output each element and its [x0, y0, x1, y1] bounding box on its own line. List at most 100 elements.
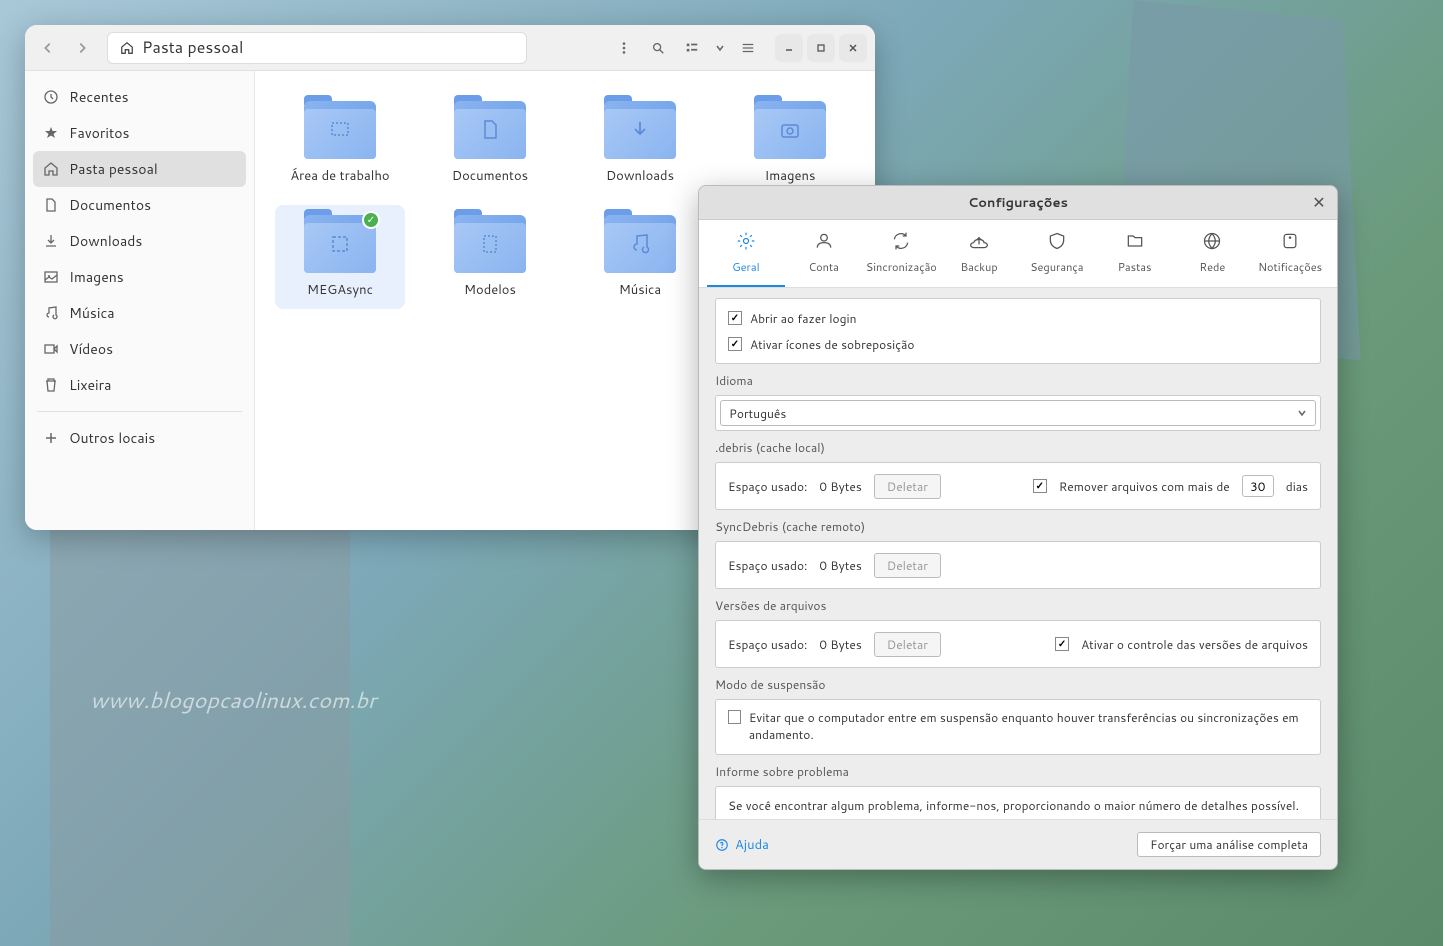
folder-documentos[interactable]: Documentos	[425, 91, 555, 195]
view-list-button[interactable]	[677, 33, 707, 63]
settings-tabs: GeralContaSincronização Backup Segurança Pa…	[699, 220, 1337, 288]
folder-label: Área de trabalho	[290, 167, 389, 185]
path-label: Pasta pessoal	[142, 36, 243, 59]
tab-label: Sincronização	[866, 259, 937, 275]
help-link[interactable]: Ajuda	[715, 836, 769, 854]
sidebar-item-label: Imagens	[69, 267, 124, 287]
debris-space-value: 0 Bytes	[819, 478, 861, 495]
tab-icon	[814, 231, 834, 255]
view-dropdown-button[interactable]	[711, 33, 729, 63]
problem-section-label: Informe sobre problema	[715, 763, 1321, 780]
search-button[interactable]	[643, 33, 673, 63]
folder-label: Documentos	[452, 167, 528, 185]
sidebar-item-vídeos[interactable]: Vídeos	[33, 331, 246, 367]
tab-pastas[interactable]: Pastas	[1096, 220, 1174, 287]
versions-section-label: Versões de arquivos	[715, 597, 1321, 614]
tab-geral[interactable]: Geral	[707, 220, 785, 287]
problem-text: Se você encontrar algum problema, inform…	[728, 797, 1308, 814]
folder-label: Modelos	[464, 281, 516, 299]
menu-button[interactable]	[609, 33, 639, 63]
tab-segurança[interactable]: Segurança	[1018, 220, 1096, 287]
clock-icon	[43, 89, 59, 105]
folder-modelos[interactable]: Modelos	[425, 205, 555, 309]
sidebar-item-label: Lixeira	[69, 375, 111, 395]
versions-delete-button[interactable]: Deletar	[874, 632, 941, 657]
enable-versions-checkbox[interactable]	[1055, 637, 1069, 651]
sidebar-item-other-places[interactable]: Outros locais	[33, 420, 246, 456]
force-analysis-button[interactable]: Forçar uma análise completa	[1137, 832, 1321, 857]
sidebar-separator	[37, 411, 242, 412]
folder-icon	[604, 215, 676, 273]
tab-backup[interactable]: Backup	[940, 220, 1018, 287]
syncdebris-space-label: Espaço usado:	[728, 557, 807, 574]
open-login-checkbox[interactable]	[728, 311, 742, 325]
folder-icon	[454, 101, 526, 159]
sidebar-item-label: Música	[69, 303, 115, 323]
tab-icon	[1047, 231, 1067, 255]
sidebar-item-downloads[interactable]: Downloads	[33, 223, 246, 259]
home-icon	[120, 41, 134, 55]
suspension-text: Evitar que o computador entre em suspens…	[749, 710, 1308, 744]
sidebar-item-pasta-pessoal[interactable]: Pasta pessoal	[33, 151, 246, 187]
tab-icon	[1280, 231, 1300, 255]
settings-close-button[interactable]: ✕	[1309, 193, 1329, 213]
tab-icon	[969, 231, 989, 255]
remove-old-checkbox[interactable]	[1033, 479, 1047, 493]
folder-downloads[interactable]: Downloads	[575, 91, 705, 195]
hamburger-button[interactable]	[733, 33, 763, 63]
debris-delete-button[interactable]: Deletar	[874, 474, 941, 499]
language-section-label: Idioma	[715, 372, 1321, 389]
syncdebris-section-label: SyncDebris (cache remoto)	[715, 518, 1321, 535]
folder-label: Downloads	[606, 167, 674, 185]
maximize-button[interactable]	[807, 34, 835, 62]
sidebar-item-favoritos[interactable]: Favoritos	[33, 115, 246, 151]
sidebar-item-documentos[interactable]: Documentos	[33, 187, 246, 223]
enable-versions-label: Ativar o controle das versões de arquivo…	[1081, 636, 1308, 653]
tab-rede[interactable]: Rede	[1174, 220, 1252, 287]
sidebar-item-label: Vídeos	[69, 339, 113, 359]
versions-space-label: Espaço usado:	[728, 636, 807, 653]
versions-space-value: 0 Bytes	[819, 636, 861, 653]
sidebar-item-lixeira[interactable]: Lixeira	[33, 367, 246, 403]
folder-imagens[interactable]: Imagens	[725, 91, 855, 195]
folder-label: Imagens	[765, 167, 816, 185]
tab-label: Backup	[961, 259, 998, 275]
tab-label: Pastas	[1118, 259, 1152, 275]
sidebar-item-imagens[interactable]: Imagens	[33, 259, 246, 295]
suspension-section-label: Modo de suspensão	[715, 676, 1321, 693]
music-icon	[43, 305, 59, 321]
sidebar-item-label: Outros locais	[69, 428, 155, 448]
tab-sincronização[interactable]: Sincronização	[863, 220, 941, 287]
folder-área-de-trabalho[interactable]: Área de trabalho	[275, 91, 405, 195]
language-select[interactable]: Português	[720, 400, 1316, 426]
settings-body: Abrir ao fazer login Ativar ícones de so…	[699, 288, 1337, 819]
folder-megasync[interactable]: ✓MEGAsync	[275, 205, 405, 309]
days-input[interactable]	[1242, 475, 1274, 497]
overlay-icons-checkbox[interactable]	[728, 337, 742, 351]
minimize-button[interactable]	[775, 34, 803, 62]
path-bar[interactable]: Pasta pessoal	[107, 32, 527, 64]
tab-conta[interactable]: Conta	[785, 220, 863, 287]
settings-title: Configurações	[968, 194, 1068, 212]
nav-back-button[interactable]	[33, 33, 63, 63]
sidebar-item-label: Pasta pessoal	[69, 159, 158, 179]
sidebar-item-recentes[interactable]: Recentes	[33, 79, 246, 115]
tab-notificações[interactable]: Notificações	[1251, 220, 1329, 287]
syncdebris-space-value: 0 Bytes	[819, 557, 861, 574]
syncdebris-delete-button[interactable]: Deletar	[874, 553, 941, 578]
folder-label: Música	[619, 281, 661, 299]
sidebar-item-música[interactable]: Música	[33, 295, 246, 331]
language-value: Português	[729, 405, 786, 422]
close-button[interactable]	[839, 34, 867, 62]
download-icon	[43, 233, 59, 249]
star-icon	[43, 125, 59, 141]
doc-icon	[43, 197, 59, 213]
sidebar-item-label: Downloads	[69, 231, 142, 251]
folder-música[interactable]: Música	[575, 205, 705, 309]
sidebar-item-label: Documentos	[69, 195, 151, 215]
tab-label: Segurança	[1030, 259, 1083, 275]
nav-forward-button[interactable]	[67, 33, 97, 63]
suspension-checkbox[interactable]	[728, 710, 741, 724]
settings-footer: Ajuda Forçar uma análise completa	[699, 819, 1337, 869]
trash-icon	[43, 377, 59, 393]
